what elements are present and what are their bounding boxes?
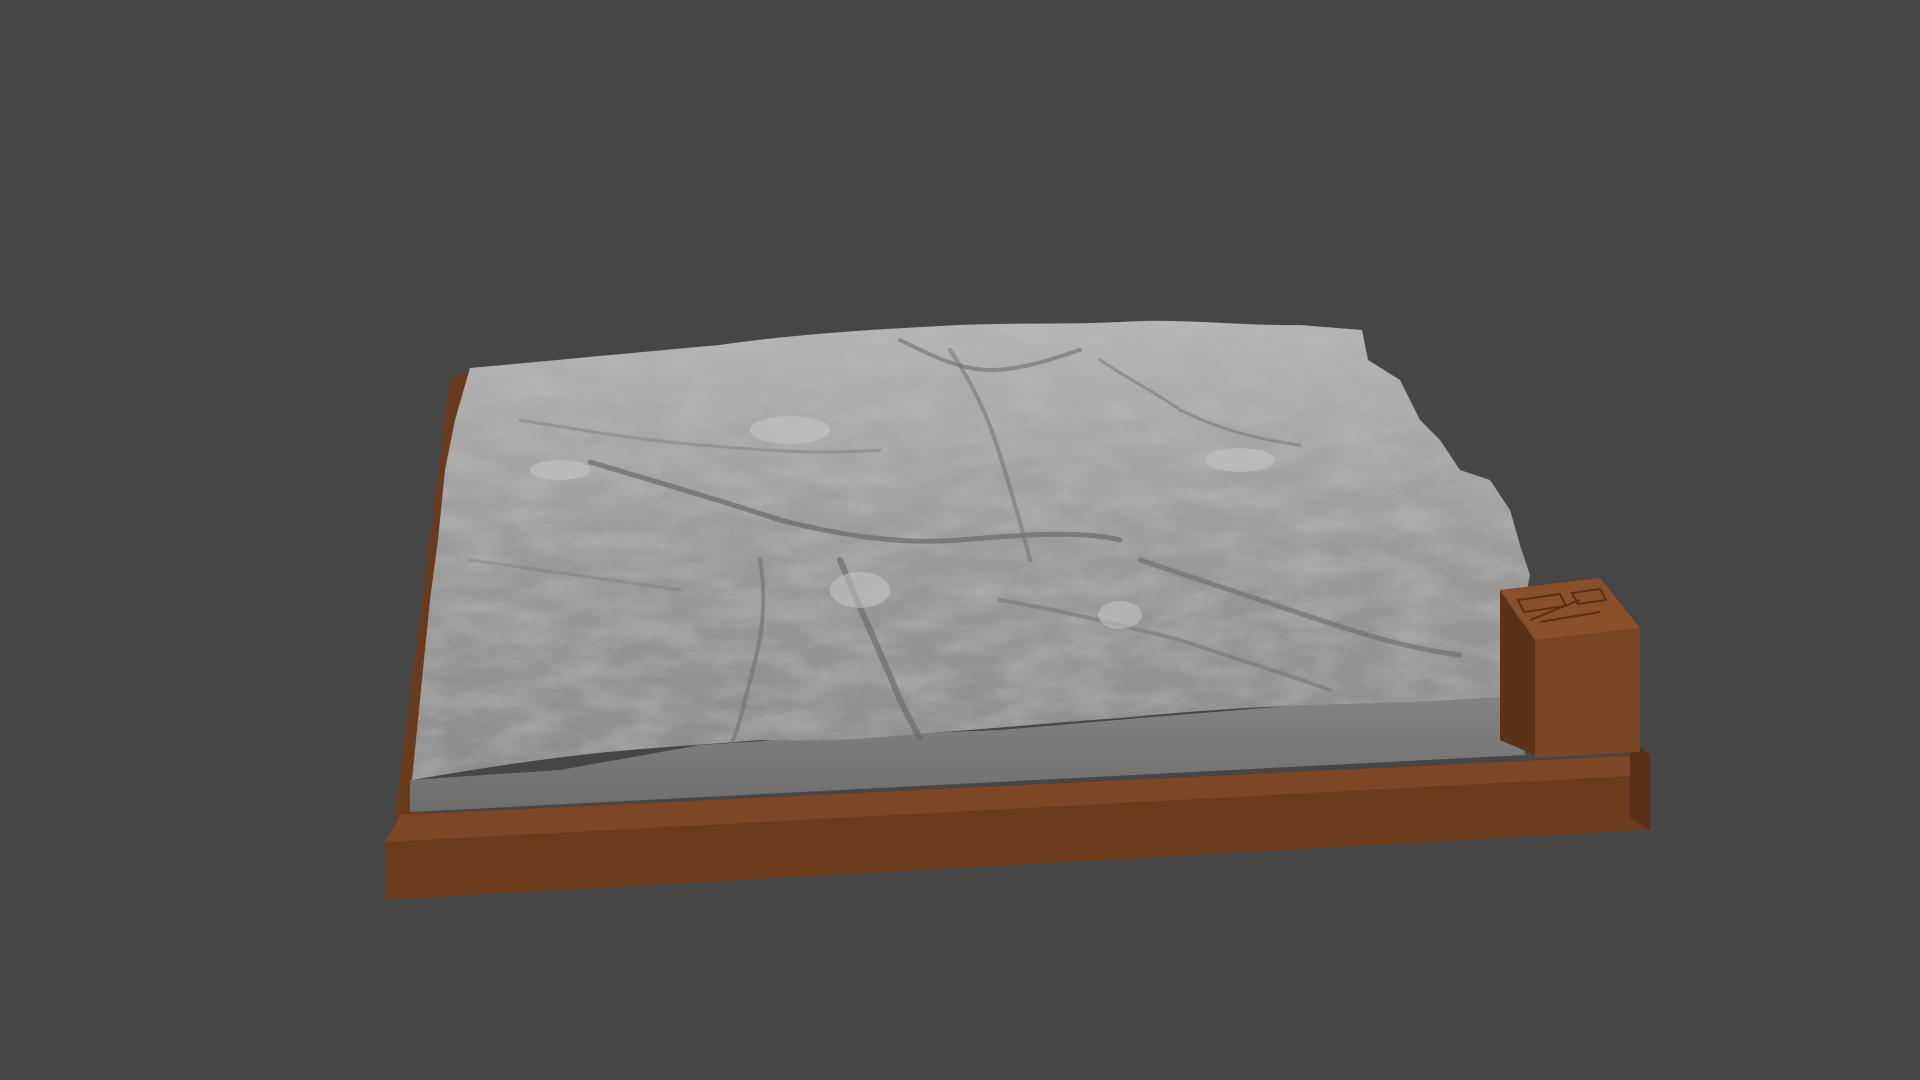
base-right-face (1630, 740, 1650, 830)
label-block (1500, 578, 1640, 758)
terrain-model-render (385, 320, 1650, 900)
3d-viewport[interactable] (0, 0, 1920, 1080)
